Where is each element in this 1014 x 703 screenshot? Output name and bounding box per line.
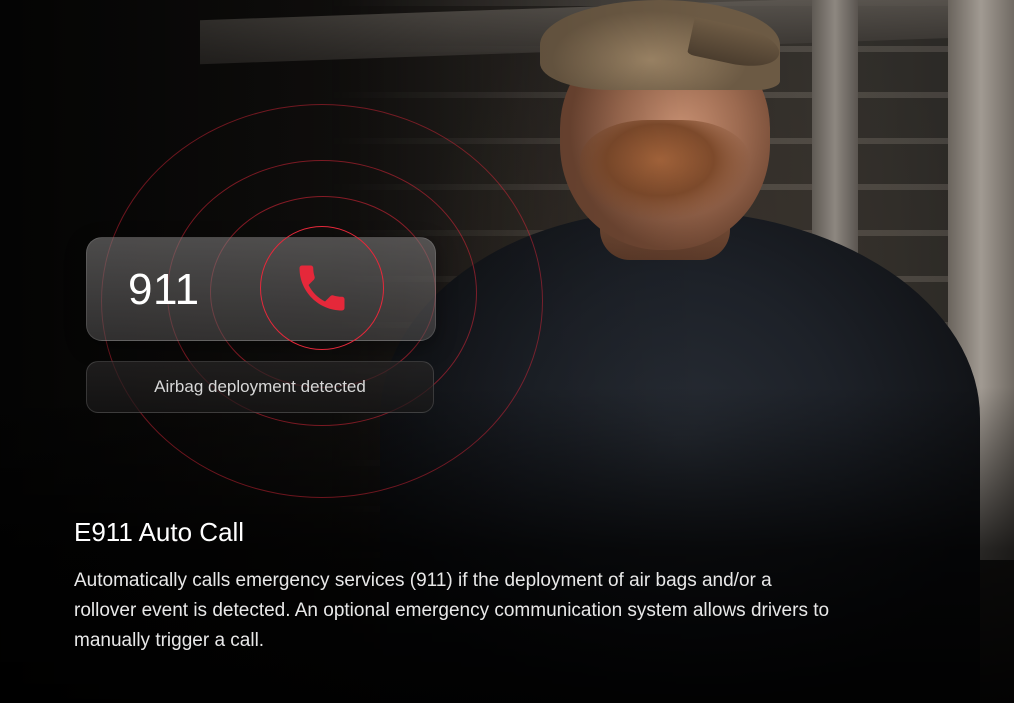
feature-description: Automatically calls emergency services (…: [74, 570, 830, 651]
call-status-badge: Airbag deployment detected: [86, 361, 434, 413]
hero-stage: 911 Airbag deployment detected E911 Auto…: [0, 0, 1014, 703]
call-number: 911: [128, 265, 200, 314]
call-button[interactable]: [260, 226, 384, 350]
call-status-text: Airbag deployment detected: [154, 377, 366, 396]
feature-title: E911 Auto Call: [74, 517, 245, 547]
phone-icon: [299, 265, 345, 311]
